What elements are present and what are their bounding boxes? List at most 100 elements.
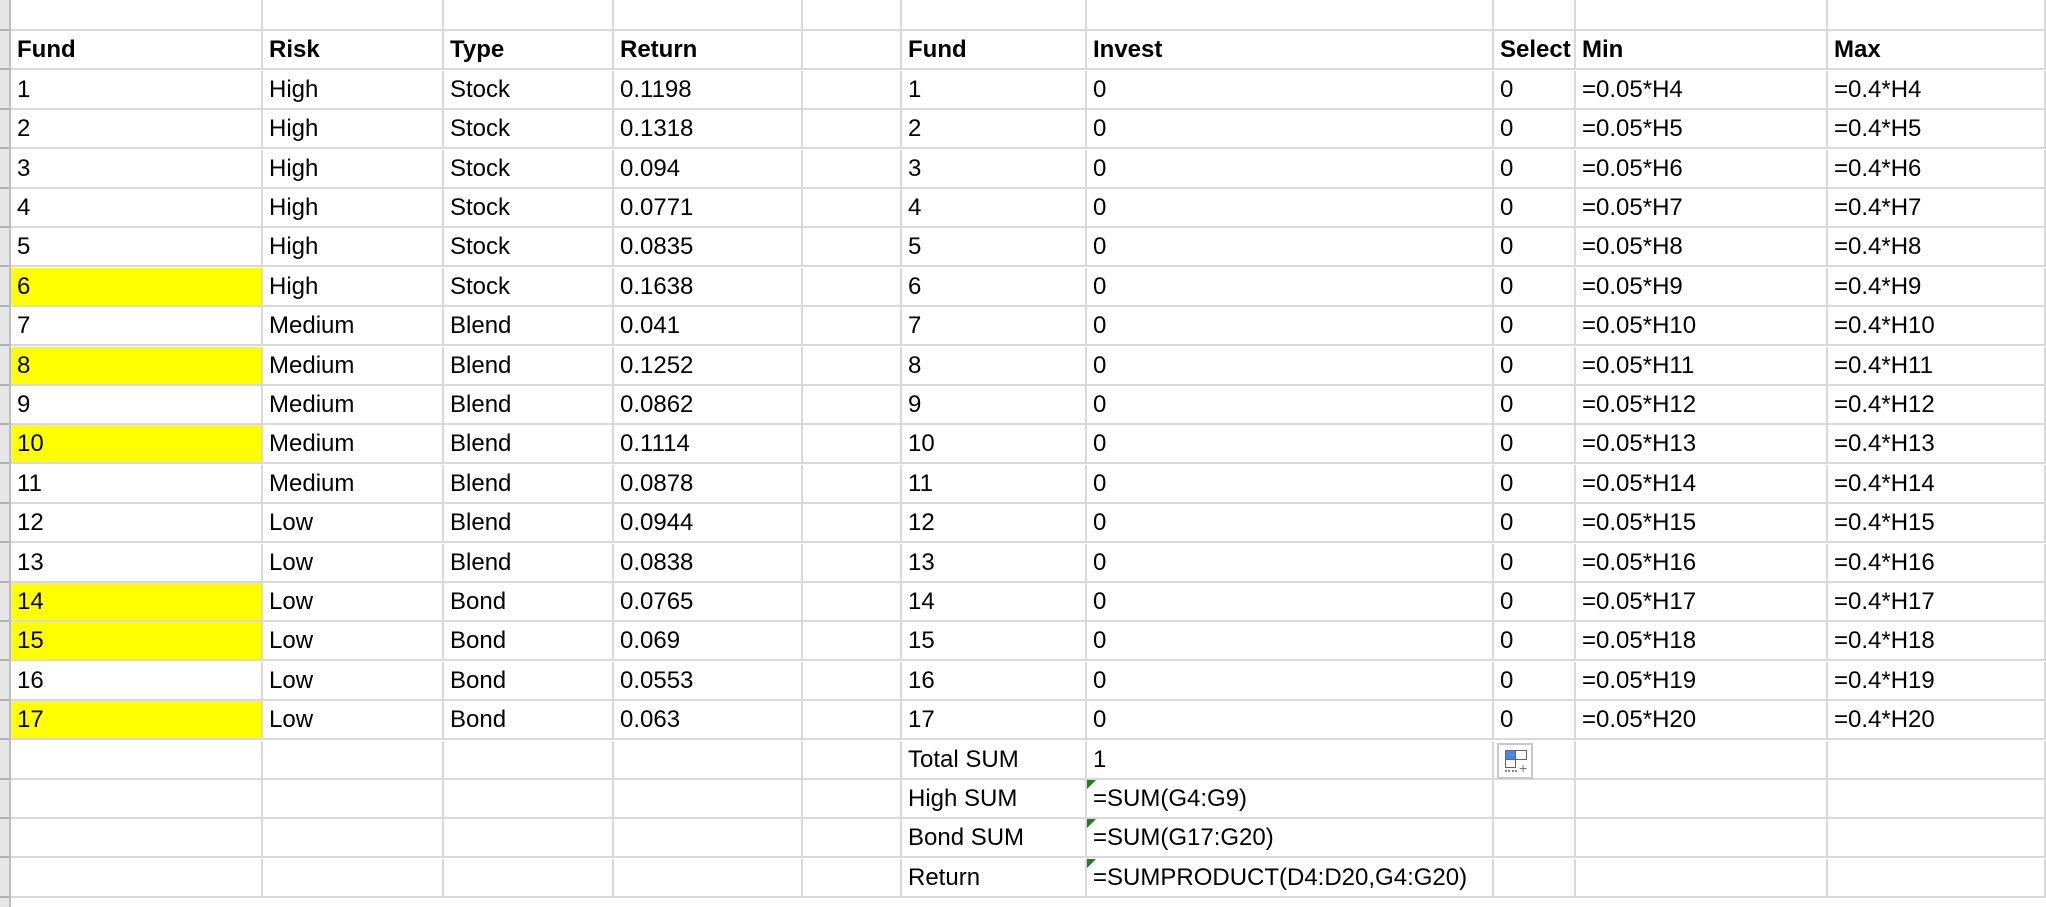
type-cell[interactable]: Bond <box>444 622 614 661</box>
empty-cell[interactable] <box>11 859 263 898</box>
max-formula-cell[interactable]: =0.4*H13 <box>1828 425 2046 464</box>
max-formula-cell[interactable]: =0.4*H11 <box>1828 347 2046 386</box>
empty-cell[interactable] <box>11 741 263 780</box>
max-formula-cell[interactable]: =0.4*H7 <box>1828 189 2046 228</box>
row-header-divider[interactable] <box>0 738 9 740</box>
fund-id-cell[interactable]: 3 <box>11 150 263 189</box>
column-header-select[interactable]: Select <box>1494 31 1576 70</box>
type-cell[interactable]: Blend <box>444 386 614 425</box>
min-formula-cell[interactable]: =0.05*H8 <box>1576 228 1828 267</box>
empty-cell[interactable] <box>1576 741 1828 780</box>
invest-cell[interactable]: 0 <box>1087 228 1494 267</box>
row-header-divider[interactable] <box>0 817 9 819</box>
risk-cell[interactable]: Medium <box>263 465 444 504</box>
column-header-min[interactable]: Min <box>1576 31 1828 70</box>
fund-id-cell[interactable]: 14 <box>11 583 263 622</box>
row-header-divider[interactable] <box>0 187 9 189</box>
empty-cell[interactable] <box>444 741 614 780</box>
select-cell[interactable]: 0 <box>1494 150 1576 189</box>
empty-cell[interactable] <box>803 386 902 425</box>
error-indicator-icon[interactable] <box>1087 859 1096 868</box>
column-header-fund[interactable]: Fund <box>902 31 1087 70</box>
fund-id-cell[interactable]: 11 <box>11 465 263 504</box>
empty-cell[interactable] <box>803 465 902 504</box>
type-cell[interactable]: Blend <box>444 307 614 346</box>
fund-id-cell[interactable]: 1 <box>11 71 263 110</box>
type-cell[interactable]: Stock <box>444 150 614 189</box>
column-header-fund[interactable]: Fund <box>11 31 263 70</box>
fund-id-cell[interactable]: 11 <box>902 465 1087 504</box>
type-cell[interactable]: Bond <box>444 662 614 701</box>
invest-cell[interactable]: 0 <box>1087 622 1494 661</box>
empty-cell[interactable] <box>1828 0 2046 31</box>
select-cell[interactable]: 0 <box>1494 386 1576 425</box>
empty-cell[interactable] <box>1576 859 1828 898</box>
empty-cell[interactable] <box>1576 780 1828 819</box>
type-cell[interactable]: Blend <box>444 544 614 583</box>
risk-cell[interactable]: Low <box>263 662 444 701</box>
summary-label-cell[interactable]: Bond SUM <box>902 819 1087 858</box>
column-header-risk[interactable]: Risk <box>263 31 444 70</box>
type-cell[interactable]: Bond <box>444 701 614 740</box>
fund-id-cell[interactable]: 13 <box>902 544 1087 583</box>
min-formula-cell[interactable]: =0.05*H5 <box>1576 110 1828 149</box>
min-formula-cell[interactable]: =0.05*H9 <box>1576 268 1828 307</box>
select-cell[interactable]: 0 <box>1494 347 1576 386</box>
invest-cell[interactable]: 0 <box>1087 662 1494 701</box>
error-indicator-icon[interactable] <box>1087 819 1096 828</box>
max-formula-cell[interactable]: =0.4*H20 <box>1828 701 2046 740</box>
empty-cell[interactable] <box>803 859 902 898</box>
row-header-divider[interactable] <box>0 384 9 386</box>
min-formula-cell[interactable]: =0.05*H15 <box>1576 504 1828 543</box>
empty-cell[interactable] <box>803 307 902 346</box>
invest-cell[interactable]: 0 <box>1087 347 1494 386</box>
fund-id-cell[interactable]: 16 <box>902 662 1087 701</box>
fund-id-cell[interactable]: 7 <box>902 307 1087 346</box>
type-cell[interactable]: Blend <box>444 465 614 504</box>
row-header-strip[interactable] <box>0 0 11 907</box>
select-cell[interactable]: 0 <box>1494 268 1576 307</box>
summary-label-cell[interactable]: High SUM <box>902 780 1087 819</box>
min-formula-cell[interactable]: =0.05*H12 <box>1576 386 1828 425</box>
invest-cell[interactable]: 0 <box>1087 110 1494 149</box>
summary-value-cell[interactable]: 1 <box>1087 741 1494 780</box>
invest-cell[interactable]: 0 <box>1087 386 1494 425</box>
fund-id-cell[interactable]: 1 <box>902 71 1087 110</box>
fund-id-cell[interactable]: 6 <box>902 268 1087 307</box>
summary-value-cell[interactable]: =SUM(G4:G9) <box>1087 780 1494 819</box>
fund-id-cell[interactable]: 17 <box>902 701 1087 740</box>
return-cell[interactable]: 0.0944 <box>614 504 803 543</box>
max-formula-cell[interactable]: =0.4*H16 <box>1828 544 2046 583</box>
invest-cell[interactable]: 0 <box>1087 425 1494 464</box>
risk-cell[interactable]: Low <box>263 701 444 740</box>
column-header-return[interactable]: Return <box>614 31 803 70</box>
column-header-invest[interactable]: Invest <box>1087 31 1494 70</box>
risk-cell[interactable]: High <box>263 150 444 189</box>
min-formula-cell[interactable]: =0.05*H19 <box>1576 662 1828 701</box>
fund-id-cell[interactable]: 13 <box>11 544 263 583</box>
invest-cell[interactable]: 0 <box>1087 307 1494 346</box>
min-formula-cell[interactable]: =0.05*H18 <box>1576 622 1828 661</box>
select-cell[interactable]: 0 <box>1494 189 1576 228</box>
type-cell[interactable]: Stock <box>444 268 614 307</box>
row-header-divider[interactable] <box>0 659 9 661</box>
select-cell[interactable]: 0 <box>1494 228 1576 267</box>
return-cell[interactable]: 0.063 <box>614 701 803 740</box>
min-formula-cell[interactable]: =0.05*H14 <box>1576 465 1828 504</box>
empty-cell[interactable] <box>803 347 902 386</box>
row-header-divider[interactable] <box>0 541 9 543</box>
return-cell[interactable]: 0.0553 <box>614 662 803 701</box>
row-header-divider[interactable] <box>0 108 9 110</box>
empty-cell[interactable] <box>1828 741 2046 780</box>
risk-cell[interactable]: Low <box>263 583 444 622</box>
return-cell[interactable]: 0.1252 <box>614 347 803 386</box>
empty-cell[interactable] <box>11 0 263 31</box>
fund-id-cell[interactable]: 15 <box>11 622 263 661</box>
type-cell[interactable]: Blend <box>444 347 614 386</box>
fund-id-cell[interactable]: 12 <box>11 504 263 543</box>
empty-cell[interactable] <box>1576 0 1828 31</box>
empty-cell[interactable] <box>614 0 803 31</box>
row-header-divider[interactable] <box>0 502 9 504</box>
max-formula-cell[interactable]: =0.4*H4 <box>1828 71 2046 110</box>
min-formula-cell[interactable]: =0.05*H4 <box>1576 71 1828 110</box>
